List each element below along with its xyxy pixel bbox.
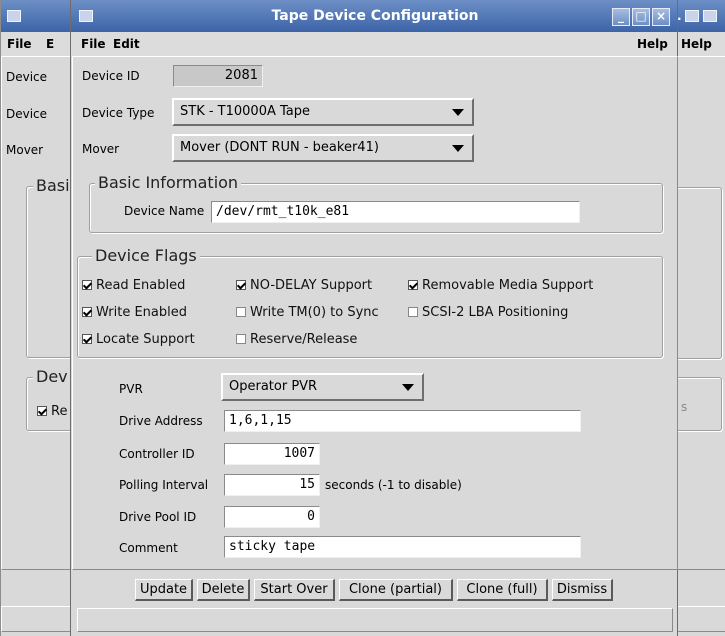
tape-device-configuration-window: Tape Device Configuration _ □ × File Edi… (70, 0, 678, 636)
mover-label: Mover (82, 142, 120, 156)
mover-value: Mover (DONT RUN - beaker41) (180, 140, 379, 155)
device-type-label: Device Type (82, 106, 155, 120)
window-menu-icon[interactable] (7, 10, 21, 22)
device-id-label: Device ID (82, 69, 140, 83)
removable-media-support-checkbox[interactable]: Removable Media Support (408, 278, 593, 293)
background-right-panel: s (677, 56, 725, 570)
main-titlebar[interactable]: Tape Device Configuration _ □ × (71, 0, 677, 32)
background-left-device-legend: Dev (33, 367, 71, 386)
polling-interval-label: Polling Interval (119, 478, 209, 492)
drive-pool-id-label: Drive Pool ID (119, 510, 197, 524)
reserve-release-checkbox[interactable]: Reserve/Release (236, 332, 357, 347)
comment-field[interactable]: sticky tape (224, 536, 581, 558)
background-right-group2: s (677, 377, 722, 431)
drive-address-label: Drive Address (119, 414, 203, 428)
controller-id-label: Controller ID (119, 447, 195, 461)
menu-file[interactable]: File (81, 37, 106, 51)
drive-pool-id-field[interactable]: 0 (224, 506, 320, 528)
device-flags-legend: Device Flags (92, 246, 200, 265)
device-id-field: 2081 (173, 65, 263, 87)
device-flags-group: Device Flags Read Enabled NO-DELAY Suppo… (77, 246, 663, 358)
no-delay-support-checkbox[interactable]: NO-DELAY Support (236, 278, 372, 293)
background-right-fragment: s (681, 400, 688, 414)
delete-button[interactable]: Delete (197, 579, 250, 601)
background-right-menu-help[interactable]: Help (681, 37, 712, 51)
clone-partial-button[interactable]: Clone (partial) (339, 579, 453, 601)
pvr-select[interactable]: Operator PVR (221, 373, 424, 401)
background-window-right: . Help s (676, 0, 725, 636)
main-content-panel: Device ID 2081 Device Type STK - T10000A… (72, 56, 678, 570)
status-bar (77, 608, 673, 632)
chevron-down-icon (452, 145, 464, 152)
clone-full-button[interactable]: Clone (full) (457, 579, 548, 601)
write-enabled-checkbox[interactable]: Write Enabled (82, 305, 187, 320)
background-left-mover-label: Mover (6, 143, 44, 157)
background-right-menubar: Help (677, 32, 725, 56)
background-right-titlebar: . (677, 0, 725, 32)
background-left-basic-group: Basi (26, 176, 73, 358)
background-left-status-bar (1, 606, 73, 632)
comment-label: Comment (119, 541, 178, 555)
basic-information-legend: Basic Information (95, 173, 242, 192)
pvr-value: Operator PVR (229, 379, 318, 394)
device-type-value: STK - T10000A Tape (180, 104, 310, 119)
pvr-label: PVR (119, 382, 143, 396)
start-over-button[interactable]: Start Over (254, 579, 335, 601)
background-left-device-label: Device (6, 70, 48, 84)
close-icon[interactable]: × (652, 8, 670, 26)
chevron-down-icon (452, 109, 464, 116)
background-left-menu-edit[interactable]: E (46, 37, 54, 51)
menu-help[interactable]: Help (637, 37, 668, 51)
minimize-icon[interactable]: _ (612, 8, 630, 26)
dismiss-button[interactable]: Dismiss (552, 579, 613, 601)
device-name-field[interactable]: /dev/rmt_t10k_e81 (211, 201, 580, 223)
background-right-close-icon[interactable] (703, 10, 717, 22)
polling-interval-hint: seconds (-1 to disable) (325, 478, 462, 492)
background-right-group (677, 187, 722, 359)
locate-support-checkbox[interactable]: Locate Support (82, 332, 195, 347)
read-enabled-checkbox[interactable]: Read Enabled (82, 278, 185, 293)
background-left-device-type-label: Device (6, 107, 48, 121)
controller-id-field[interactable]: 1007 (224, 443, 320, 465)
background-right-minimize-icon[interactable] (685, 10, 699, 22)
background-left-read-checkbox[interactable]: Re (37, 404, 67, 419)
main-menubar: File Edit Help (71, 32, 677, 56)
background-window-left: File E Device Device Mover Basi Dev Re (0, 0, 74, 636)
polling-interval-field[interactable]: 15 (224, 474, 320, 496)
device-name-label: Device Name (124, 204, 205, 218)
write-tm0-to-sync-checkbox[interactable]: Write TM(0) to Sync (236, 305, 379, 320)
background-left-device-group: Dev Re (26, 367, 73, 431)
device-type-select[interactable]: STK - T10000A Tape (172, 98, 474, 126)
drive-address-field[interactable]: 1,6,1,15 (224, 410, 581, 432)
background-right-status-bar (677, 606, 725, 632)
update-button[interactable]: Update (135, 579, 193, 601)
background-left-basic-legend: Basi (33, 176, 73, 195)
window-title: Tape Device Configuration (271, 8, 479, 24)
mover-select[interactable]: Mover (DONT RUN - beaker41) (172, 134, 474, 162)
menu-edit[interactable]: Edit (113, 37, 140, 51)
background-left-menubar: File E (1, 32, 73, 56)
background-left-titlebar (1, 0, 73, 32)
scsi2-lba-positioning-checkbox[interactable]: SCSI-2 LBA Positioning (408, 305, 568, 320)
background-left-menu-file[interactable]: File (7, 37, 32, 51)
chevron-down-icon (402, 384, 414, 391)
background-left-panel: Device Device Mover Basi Dev Re (1, 56, 73, 570)
maximize-icon[interactable]: □ (632, 8, 650, 26)
basic-information-group: Basic Information Device Name /dev/rmt_t… (89, 173, 663, 233)
